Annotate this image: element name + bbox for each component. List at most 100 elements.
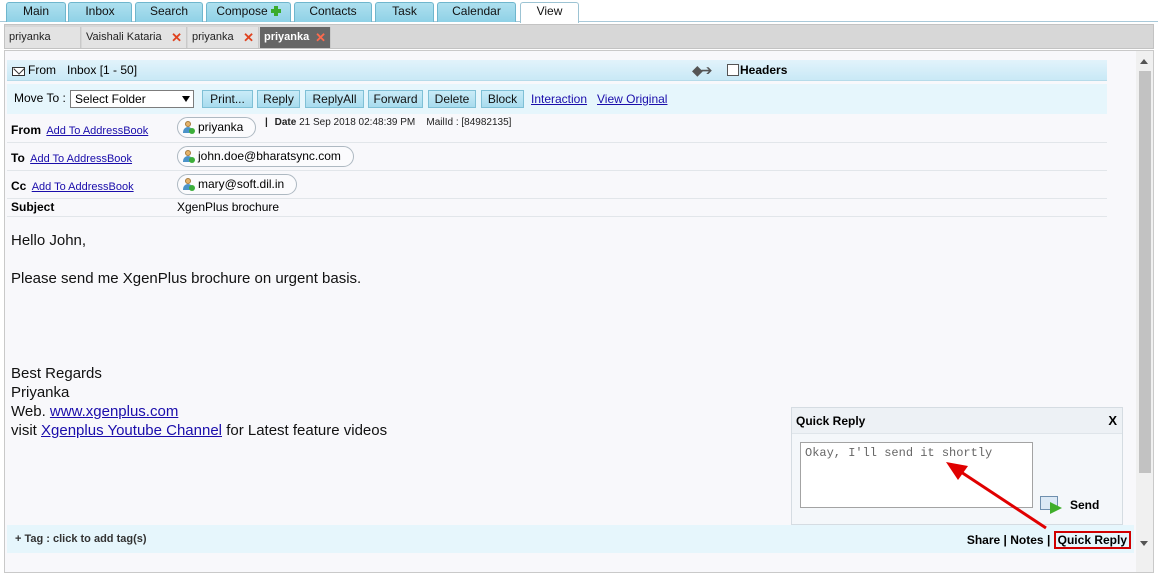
add-to-addressbook-link[interactable]: Add To AddressBook xyxy=(30,153,132,165)
mailid-value: [84982135] xyxy=(461,117,512,128)
mailid-label: MailId : xyxy=(426,117,459,128)
mail-tab-label: priyanka xyxy=(192,31,234,43)
quick-reply-textarea[interactable]: Okay, I'll send it shortly xyxy=(800,442,1033,508)
scroll-up-arrow-icon[interactable] xyxy=(1140,59,1148,64)
headers-label: Headers xyxy=(740,63,788,77)
youtube-link[interactable]: Xgenplus Youtube Channel xyxy=(41,422,222,439)
scroll-thumb[interactable] xyxy=(1139,71,1151,473)
cc-address: mary@soft.dil.in xyxy=(198,177,285,191)
subject-field-label: Subject xyxy=(11,200,55,214)
body-line: Please send me XgenPlus brochure on urge… xyxy=(11,270,362,287)
close-icon[interactable]: ✕ xyxy=(171,27,182,48)
add-to-addressbook-link[interactable]: Add To AddressBook xyxy=(32,181,134,193)
view-original-link[interactable]: View Original xyxy=(597,92,667,106)
folder-select-value: Select Folder xyxy=(75,92,146,106)
forward-button[interactable]: Forward xyxy=(368,90,423,108)
cc-field-label: Cc xyxy=(11,179,27,193)
tab-task[interactable]: Task xyxy=(375,2,434,22)
website-link[interactable]: www.xgenplus.com xyxy=(50,403,178,420)
signoff: Best Regards xyxy=(11,365,102,382)
cc-chip[interactable]: mary@soft.dil.in xyxy=(177,174,298,195)
add-to-addressbook-link[interactable]: Add To AddressBook xyxy=(46,125,148,137)
chevron-down-icon xyxy=(182,96,190,102)
user-icon xyxy=(182,121,195,134)
block-button[interactable]: Block xyxy=(481,90,524,108)
quick-reply-link-label: Quick Reply xyxy=(1057,533,1127,547)
interaction-link[interactable]: Interaction xyxy=(531,92,587,106)
message-toolbar: Move To : Select Folder Print... Reply R… xyxy=(7,84,1107,114)
mail-tab-label: priyanka xyxy=(9,31,51,43)
mail-tab[interactable]: priyanka ✕ xyxy=(188,27,259,48)
share-link[interactable]: Share xyxy=(967,533,1000,547)
separator: | xyxy=(1003,533,1007,547)
quick-reply-title: Quick Reply xyxy=(796,414,866,428)
visit-prefix: visit xyxy=(11,422,37,439)
plus-icon xyxy=(270,6,281,16)
from-row: From Add To AddressBook priyanka | Date … xyxy=(7,114,1107,143)
message-frame: From Inbox [1 - 50] ◆➔ Headers Move To :… xyxy=(4,50,1154,573)
user-icon xyxy=(182,150,195,163)
folder-select[interactable]: Select Folder xyxy=(70,90,194,108)
cc-row: Cc Add To AddressBook mary@soft.dil.in xyxy=(7,171,1107,199)
reply-button[interactable]: Reply xyxy=(257,90,300,108)
quick-reply-link[interactable]: Quick Reply xyxy=(1053,531,1131,549)
send-icon xyxy=(1040,496,1066,514)
mail-tab-label: Vaishali Kataria xyxy=(86,31,162,43)
add-tag-link[interactable]: + Tag : click to add tag(s) xyxy=(15,533,147,545)
separator: | xyxy=(1046,533,1051,547)
sender-name: priyanka xyxy=(198,120,244,134)
visit-suffix: for Latest feature videos xyxy=(226,422,388,439)
tab-calendar[interactable]: Calendar xyxy=(437,2,516,22)
from-label: From xyxy=(28,63,56,77)
signature-name: Priyanka xyxy=(11,384,70,401)
prev-next-arrows-icon[interactable]: ◆➔ xyxy=(692,60,712,80)
user-icon xyxy=(182,178,195,191)
send-button[interactable]: Send xyxy=(1040,494,1099,516)
notes-link[interactable]: Notes xyxy=(1010,533,1043,547)
date-label: Date xyxy=(274,117,297,128)
move-to-label: Move To : xyxy=(14,91,66,105)
message-footer: + Tag : click to add tag(s) Share | Note… xyxy=(7,525,1134,553)
mail-tab-active[interactable]: priyanka ✕ xyxy=(260,27,331,48)
close-icon[interactable]: ✕ xyxy=(315,27,326,48)
footer-actions: Share | Notes | Quick Reply xyxy=(967,531,1134,549)
envelope-icon xyxy=(12,67,25,76)
tab-compose-label: Compose xyxy=(216,4,268,18)
close-icon[interactable]: X xyxy=(1108,408,1117,434)
web-prefix: Web. xyxy=(11,403,46,420)
scroll-down-arrow-icon[interactable] xyxy=(1140,541,1148,546)
mail-tab-strip: priyanka Vaishali Kataria ✕ priyanka ✕ p… xyxy=(4,24,1154,49)
recipient-address: john.doe@bharatsync.com xyxy=(198,149,341,163)
mail-tab[interactable]: priyanka xyxy=(5,27,81,48)
message-title-bar: From Inbox [1 - 50] ◆➔ Headers xyxy=(7,60,1107,81)
delete-button[interactable]: Delete xyxy=(428,90,476,108)
to-field-label: To xyxy=(11,151,25,165)
to-row: To Add To AddressBook john.doe@bharatsyn… xyxy=(7,143,1107,171)
mail-tab[interactable]: Vaishali Kataria ✕ xyxy=(82,27,187,48)
folder-label: Inbox [1 - 50] xyxy=(67,63,138,77)
subject-row: Subject XgenPlus brochure xyxy=(7,199,1107,217)
tab-compose[interactable]: Compose xyxy=(206,2,291,22)
send-label: Send xyxy=(1070,498,1100,512)
sender-chip[interactable]: priyanka xyxy=(177,117,257,138)
reply-all-button[interactable]: ReplyAll xyxy=(305,90,364,108)
subject-value: XgenPlus brochure xyxy=(177,200,280,214)
tab-search[interactable]: Search xyxy=(135,2,203,22)
tab-contacts[interactable]: Contacts xyxy=(294,2,372,22)
mail-tab-label: priyanka xyxy=(264,31,310,43)
tab-inbox[interactable]: Inbox xyxy=(68,2,132,22)
quick-reply-panel: Quick Reply X Okay, I'll send it shortly… xyxy=(791,407,1123,525)
scrollbar[interactable] xyxy=(1136,51,1153,572)
message-meta: | Date 21 Sep 2018 02:48:39 PM MailId : … xyxy=(265,117,512,128)
quick-reply-header: Quick Reply X xyxy=(792,408,1122,434)
greeting: Hello John, xyxy=(11,232,87,249)
tab-view[interactable]: View xyxy=(520,2,579,23)
from-field-label: From xyxy=(11,123,41,137)
print-button[interactable]: Print... xyxy=(202,90,253,108)
headers-checkbox[interactable] xyxy=(727,64,739,76)
close-icon[interactable]: ✕ xyxy=(243,27,254,48)
tab-main[interactable]: Main xyxy=(6,2,66,22)
date-value: 21 Sep 2018 02:48:39 PM xyxy=(299,117,416,128)
recipient-chip[interactable]: john.doe@bharatsync.com xyxy=(177,146,354,167)
top-nav: Main Inbox Search Compose Contacts Task … xyxy=(0,0,1158,23)
